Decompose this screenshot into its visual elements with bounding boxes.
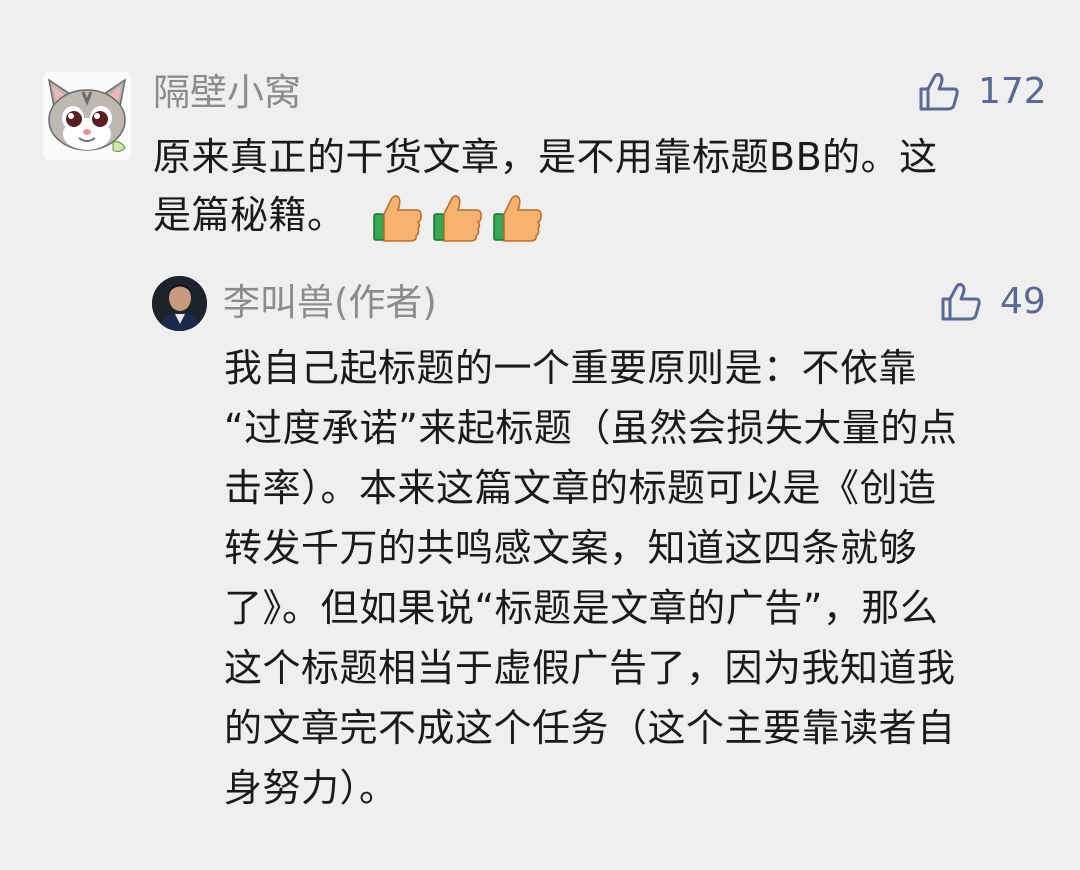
cat-avatar-icon (43, 72, 131, 160)
reply-text-line: 身努力）。 (224, 766, 398, 810)
comment-like-count: 172 (978, 71, 1047, 112)
reply-text-line: 这个标题相当于虚假广告了，因为我知道我 (224, 646, 956, 690)
thumbs-up-icon (919, 73, 959, 111)
reply-text-line: 的文章完不成这个任务（这个主要靠读者自 (224, 706, 956, 750)
person-avatar-icon (152, 276, 207, 331)
comment-username[interactable]: 隔壁小窝 (153, 71, 301, 115)
comment-like-button[interactable]: 172 (918, 70, 1047, 114)
comment-text-line: 是篇秘籍。 (153, 193, 346, 237)
author-avatar[interactable] (152, 276, 207, 331)
reply-like-count: 49 (1000, 281, 1046, 322)
reply-like-button[interactable]: 49 (940, 280, 1046, 324)
reply-username[interactable]: 李叫兽(作者) (223, 281, 437, 325)
emoji-group (372, 192, 544, 244)
thumbs-up-emoji-icon (373, 195, 422, 242)
thumbs-up-emoji-icon (493, 195, 542, 242)
thumbs-up-icon (941, 283, 981, 321)
reply-text-line: 击率）。本来这篇文章的标题可以是《创造 (224, 466, 937, 510)
avatar[interactable] (43, 72, 131, 160)
comment-text-line: 原来真正的干货文章，是不用靠标题BB的。这 (153, 135, 938, 179)
thumbs-up-emoji-icon (433, 195, 482, 242)
reply-text-line: 我自己起标题的一个重要原则是：不依靠 (224, 346, 918, 390)
reply-text-line: “过度承诺”来起标题（虽然会损失大量的点 (224, 406, 958, 450)
reply-text-line: 了》。但如果说“标题是文章的广告”，那么 (224, 586, 939, 630)
reply-text-line: 转发千万的共鸣感文案，知道这四条就够 (224, 526, 918, 570)
